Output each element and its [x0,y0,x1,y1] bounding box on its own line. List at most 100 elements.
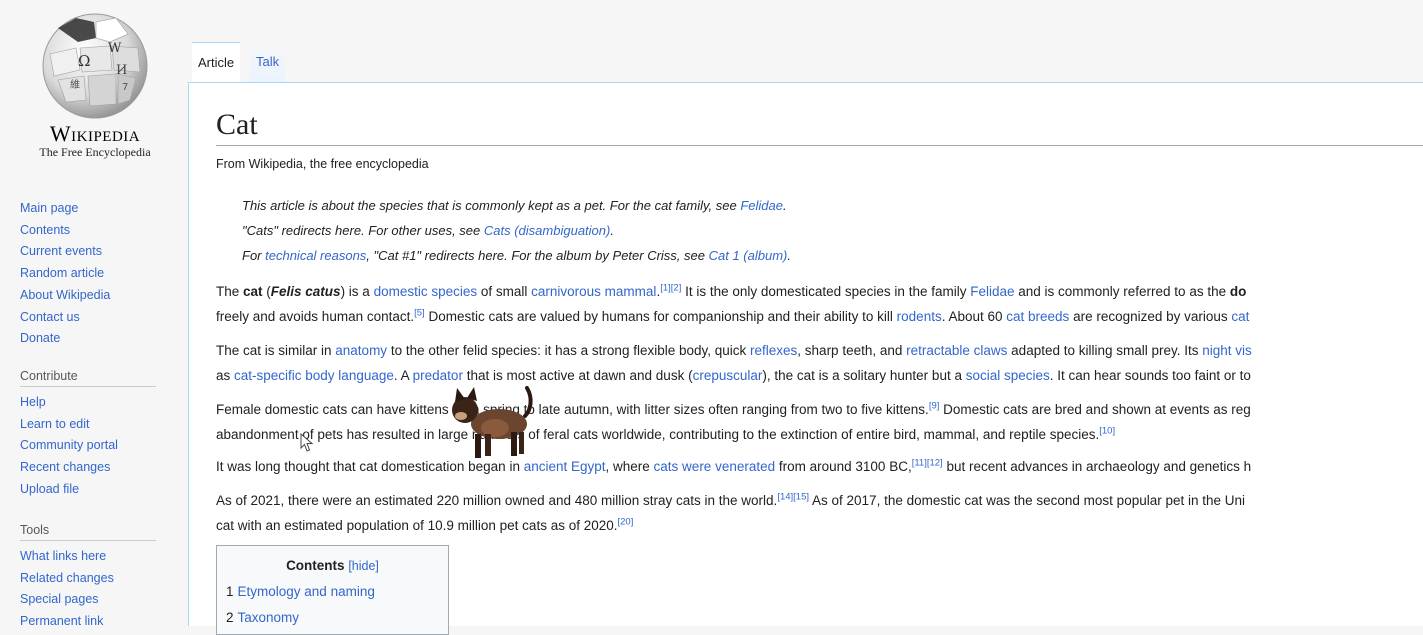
text-run: adapted to killing small prey. Its [1007,343,1203,358]
paragraph-line: The cat (Felis catus) is a domestic spec… [216,279,1249,304]
text-run: . [782,198,787,213]
navigation-menu: Main page Contents Current events Random… [20,198,160,350]
nav-contact-us[interactable]: Contact us [20,310,80,324]
text-run: of small [477,284,532,299]
inline-link[interactable]: technical reasons [265,248,366,263]
text-run: , where [605,459,654,474]
inline-link[interactable]: reflexes [750,343,797,358]
nav-learn-to-edit[interactable]: Learn to edit [20,417,90,431]
nav-random-article[interactable]: Random article [20,266,104,280]
wikipedia-tagline: The Free Encyclopedia [39,145,151,159]
hatnote-1: This article is about the species that i… [242,198,787,213]
tab-talk[interactable]: Talk [250,42,286,82]
text-run: ( [262,284,271,299]
table-of-contents: Contents [hide] 1 Etymology and naming 2T… [216,545,449,635]
paragraph-line: cat with an estimated population of 10.9… [216,513,1245,538]
title-divider [216,145,1423,146]
text-run: Domestic cats are valued by humans for c… [424,309,897,324]
nav-help[interactable]: Help [20,395,46,409]
inline-link[interactable]: cats were venerated [654,459,776,474]
inline-link[interactable]: anatomy [335,343,387,358]
text-run: from around 3100 BC, [775,459,912,474]
tab-article[interactable]: Article [192,42,241,83]
text-run: that is most active at dawn and dusk ( [462,368,693,383]
paragraph-2: The cat is similar in anatomy to the oth… [216,338,1252,388]
sidebar: Ω W И 維 7 Wikipedia The Free Encyclopedi… [0,0,188,628]
citation-ref[interactable]: [14][15] [777,492,809,503]
text-run: , sharp teeth, and [797,343,907,358]
inline-link[interactable]: Cats (disambiguation) [484,223,610,238]
nav-upload-file[interactable]: Upload file [20,482,79,496]
text-run: . About 60 [941,309,1007,324]
text-run: . It can hear sounds too faint or to [1049,368,1251,383]
paragraph-line: freely and avoids human contact.[5] Dome… [216,304,1249,329]
paragraph-line: abandonment of pets has resulted in larg… [216,422,1251,447]
text-run: . A [393,368,413,383]
nav-about-wikipedia[interactable]: About Wikipedia [20,288,110,302]
toc-item-label[interactable]: Etymology and naming [238,584,375,599]
paragraph-4: It was long thought that cat domesticati… [216,454,1251,479]
wikipedia-logo[interactable]: Ω W И 維 7 Wikipedia The Free Encyclopedi… [20,8,170,159]
nav-contents[interactable]: Contents [20,223,70,237]
inline-link[interactable]: predator [413,368,463,383]
text-run: abandonment of pets has resulted in larg… [216,427,1100,442]
citation-ref[interactable]: [20] [618,517,634,528]
citation-ref[interactable]: [9] [929,401,940,412]
site-subtitle: From Wikipedia, the free encyclopedia [216,157,429,171]
text-run: do [1229,284,1247,299]
nav-donate[interactable]: Donate [20,331,60,345]
svg-text:Ω: Ω [78,52,90,70]
paragraph-3: Female domestic cats can have kittens fr… [216,397,1251,447]
toc-item[interactable]: 2 Taxonomy [217,605,448,631]
text-run: This article is about the species that i… [242,198,741,213]
inline-link[interactable]: domestic species [374,284,478,299]
text-run: but recent advances in archaeology and g… [942,459,1252,474]
text-run: . [787,248,791,263]
citation-ref[interactable]: [10] [1099,426,1115,437]
inline-link[interactable]: cat-specific body language [234,368,394,383]
puzzle-globe-icon: Ω W И 維 7 [42,13,148,119]
nav-recent-changes[interactable]: Recent changes [20,460,110,474]
mouse-cursor-icon [300,433,314,452]
toc-hide-link[interactable]: [hide] [348,559,379,573]
nav-current-events[interactable]: Current events [20,244,102,258]
page-title: Cat [216,108,258,141]
toc-item-label[interactable]: Taxonomy [238,610,300,625]
paragraph-line: It was long thought that cat domesticati… [216,454,1251,479]
inline-link[interactable]: crepuscular [693,368,763,383]
nav-permanent-link[interactable]: Permanent link [20,614,103,628]
nav-main-page[interactable]: Main page [20,201,78,215]
paragraph-5: As of 2021, there were an estimated 220 … [216,488,1245,538]
inline-link[interactable]: cat breeds [1006,309,1069,324]
citation-ref[interactable]: [11][12] [912,458,943,469]
inline-link[interactable]: night vis [1202,343,1252,358]
inline-link[interactable]: Felidae [740,198,783,213]
toc-heading: Contents [hide] [217,558,448,573]
text-run: are recognized by various [1069,309,1232,324]
nav-what-links-here[interactable]: What links here [20,549,106,563]
text-run: to the other felid species: it has a str… [387,343,751,358]
text-run: The cat is similar in [216,343,336,358]
inline-link[interactable]: rodents [897,309,942,324]
toc-item[interactable]: 1 Etymology and naming [217,579,448,605]
paragraph-1: The cat (Felis catus) is a domestic spec… [216,279,1249,329]
page-tabs: Article Talk [188,42,1423,83]
inline-link[interactable]: Felidae [970,284,1014,299]
nav-related-changes[interactable]: Related changes [20,571,114,585]
inline-link[interactable]: retractable claws [906,343,1007,358]
nav-special-pages[interactable]: Special pages [20,592,99,606]
inline-link[interactable]: Cat 1 (album) [709,248,788,263]
inline-link[interactable]: social species [966,368,1050,383]
nav-community-portal[interactable]: Community portal [20,438,118,452]
text-run: cat [243,284,263,299]
citation-ref[interactable]: [5] [414,308,425,319]
text-run: As of 2017, the domestic cat was the sec… [809,493,1246,508]
text-run: "Cats" redirects here. For other uses, s… [242,223,484,238]
text-run: , "Cat #1" redirects here. For the album… [366,248,709,263]
text-run: Domestic cats are bred and shown at even… [939,402,1251,417]
text-run: Felis catus [270,284,341,299]
citation-ref[interactable]: [1][2] [660,283,681,294]
inline-link[interactable]: carnivorous mammal [531,284,656,299]
inline-link[interactable]: cat [1231,309,1249,324]
text-run: Female domestic cats can have kittens fr… [216,402,929,417]
